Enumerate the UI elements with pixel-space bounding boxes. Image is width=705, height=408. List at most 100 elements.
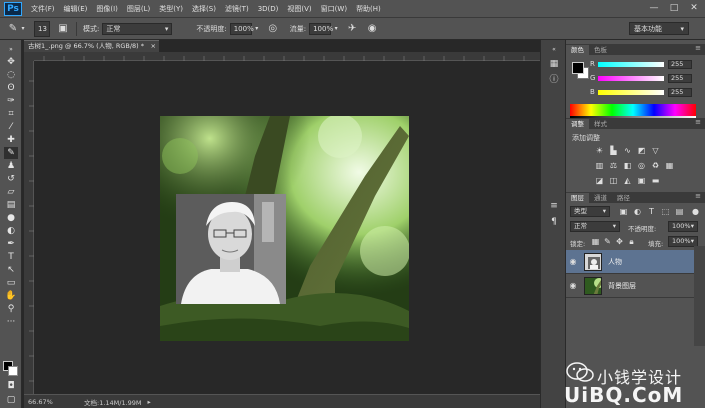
visibility-eye-icon[interactable]: ◉ [566, 257, 580, 266]
brightness-icon[interactable]: ☀ [594, 146, 605, 155]
green-track[interactable] [598, 75, 664, 81]
menu-layer[interactable]: 图层(L) [127, 4, 150, 14]
tab-adjustments[interactable]: 调整 [566, 119, 589, 129]
vertical-ruler[interactable] [24, 61, 34, 394]
screen-mode-icon[interactable]: ▢ [4, 394, 18, 406]
red-channel-slider[interactable]: R 255 [590, 59, 702, 69]
layers-scrollbar[interactable] [694, 246, 705, 346]
pressure-size-icon[interactable]: ◉ [365, 22, 379, 36]
more-tools-icon[interactable]: ··· [4, 316, 18, 328]
gradient-tool-icon[interactable]: ▤ [4, 199, 18, 211]
red-track[interactable] [598, 61, 664, 67]
photo-filter-icon[interactable]: ◎ [636, 161, 647, 170]
filter-shape-icon[interactable]: ⬚ [660, 207, 671, 216]
pen-tool-icon[interactable]: ✒ [4, 238, 18, 250]
blue-value[interactable]: 255 [668, 87, 692, 97]
marquee-tool-icon[interactable]: ◌ [4, 69, 18, 81]
workspace-select[interactable]: 基本功能 ▾ [629, 22, 689, 35]
filter-toggle-icon[interactable]: ● [690, 207, 701, 216]
invert-icon[interactable]: ◪ [594, 176, 605, 185]
status-menu-arrow[interactable]: ▸ [148, 398, 151, 406]
close-tab-icon[interactable]: × [151, 41, 156, 52]
tab-channels[interactable]: 通道 [589, 193, 612, 203]
filter-pixel-icon[interactable]: ▣ [618, 207, 629, 216]
visibility-eye-icon[interactable]: ◉ [566, 281, 580, 290]
crop-tool-icon[interactable]: ⌗ [4, 108, 18, 120]
layer-opacity-input[interactable]: 100% ▾ [668, 221, 698, 232]
lock-transparency-icon[interactable]: ▦ [590, 237, 601, 246]
zoom-tool-icon[interactable]: ⚲ [4, 303, 18, 315]
menu-edit[interactable]: 编辑(E) [64, 4, 88, 14]
dodge-tool-icon[interactable]: ◐ [4, 225, 18, 237]
eyedropper-tool-icon[interactable]: ⁄ [4, 121, 18, 133]
blue-channel-slider[interactable]: B 255 [590, 87, 702, 97]
menu-help[interactable]: 帮助(H) [356, 4, 381, 14]
chevron-down-icon[interactable]: ▾ [254, 22, 260, 36]
chevron-down-icon[interactable]: ▾ [333, 22, 339, 36]
layer-name[interactable]: 背景图层 [608, 281, 636, 291]
tab-styles[interactable]: 样式 [589, 119, 612, 129]
mode-select[interactable]: 正常 ▾ [102, 22, 173, 35]
filter-type-icon[interactable]: T [646, 207, 657, 216]
hand-tool-icon[interactable]: ✋ [4, 290, 18, 302]
quick-select-tool-icon[interactable]: ✑ [4, 95, 18, 107]
brush-size-picker[interactable]: 13 [34, 20, 50, 37]
red-value[interactable]: 255 [668, 59, 692, 69]
vibrance-icon[interactable]: ▽ [650, 146, 661, 155]
layer-filter-select[interactable]: 类型 ▾ [570, 206, 610, 217]
minimize-button[interactable]: — [647, 2, 661, 14]
type-tool-icon[interactable]: T [4, 251, 18, 263]
lasso-tool-icon[interactable]: ʘ [4, 82, 18, 94]
color-spectrum-ramp[interactable] [570, 104, 696, 116]
threshold-icon[interactable]: ◭ [622, 176, 633, 185]
blue-track[interactable] [598, 89, 664, 95]
document-tab[interactable]: 古树1_.png @ 66.7% (人物, RGB/8) * × [24, 40, 159, 52]
zoom-level[interactable]: 66.67% [24, 398, 53, 406]
tab-swatches[interactable]: 色板 [589, 45, 612, 55]
shape-tool-icon[interactable]: ▭ [4, 277, 18, 289]
history-brush-tool-icon[interactable]: ↺ [4, 173, 18, 185]
background-color-swatch[interactable] [8, 366, 18, 376]
path-select-tool-icon[interactable]: ↖ [4, 264, 18, 276]
curves-icon[interactable]: ∿ [622, 146, 633, 155]
levels-icon[interactable]: ▙ [608, 146, 619, 155]
menu-type[interactable]: 类型(Y) [159, 4, 183, 14]
hue-saturation-icon[interactable]: ▥ [594, 161, 605, 170]
properties-icon[interactable]: ≡ [548, 200, 560, 212]
foreground-color-swatch[interactable] [572, 62, 584, 74]
exposure-icon[interactable]: ◩ [636, 146, 647, 155]
blur-tool-icon[interactable]: ● [4, 212, 18, 224]
move-tool-icon[interactable]: ✥ [4, 56, 18, 68]
selective-color-icon[interactable]: ▣ [636, 176, 647, 185]
chevron-down-icon[interactable]: ▾ [20, 22, 26, 36]
posterize-icon[interactable]: ◫ [608, 176, 619, 185]
panel-menu-icon[interactable]: ≡ [695, 44, 701, 52]
color-balance-icon[interactable]: ⚖ [608, 161, 619, 170]
gradient-map-icon[interactable]: ▬ [650, 176, 661, 185]
color-lookup-icon[interactable]: ▦ [664, 161, 675, 170]
lock-position-icon[interactable]: ✥ [614, 237, 625, 246]
paragraph-icon[interactable]: ¶ [548, 216, 560, 228]
green-value[interactable]: 255 [668, 73, 692, 83]
brush-panel-icon[interactable]: ▣ [56, 22, 70, 36]
lock-all-icon[interactable]: 🔒︎ [626, 237, 637, 246]
layer-row-background[interactable]: ◉ 背景图层 [566, 274, 694, 298]
collapse-icon[interactable]: « [548, 44, 560, 56]
filter-adjustment-icon[interactable]: ◐ [632, 207, 643, 216]
opacity-input[interactable]: 100% [229, 22, 254, 35]
menu-filter[interactable]: 滤镜(T) [225, 4, 249, 14]
layer-row-person[interactable]: ◉ 人物 [566, 250, 694, 274]
menu-file[interactable]: 文件(F) [31, 4, 55, 14]
clone-stamp-tool-icon[interactable]: ♟ [4, 160, 18, 172]
person-layer-image[interactable] [176, 194, 286, 304]
lock-pixels-icon[interactable]: ✎ [602, 237, 613, 246]
brush-tool-icon[interactable]: ✎ [4, 147, 18, 159]
close-button[interactable]: ✕ [687, 2, 701, 14]
layer-name[interactable]: 人物 [608, 257, 622, 267]
quick-mask-icon[interactable]: ◘ [4, 380, 18, 392]
pressure-opacity-icon[interactable]: ◎ [266, 22, 280, 36]
menu-window[interactable]: 窗口(W) [321, 4, 347, 14]
filter-smart-icon[interactable]: ▤ [674, 207, 685, 216]
airbrush-icon[interactable]: ✈ [345, 22, 359, 36]
black-white-icon[interactable]: ◧ [622, 161, 633, 170]
